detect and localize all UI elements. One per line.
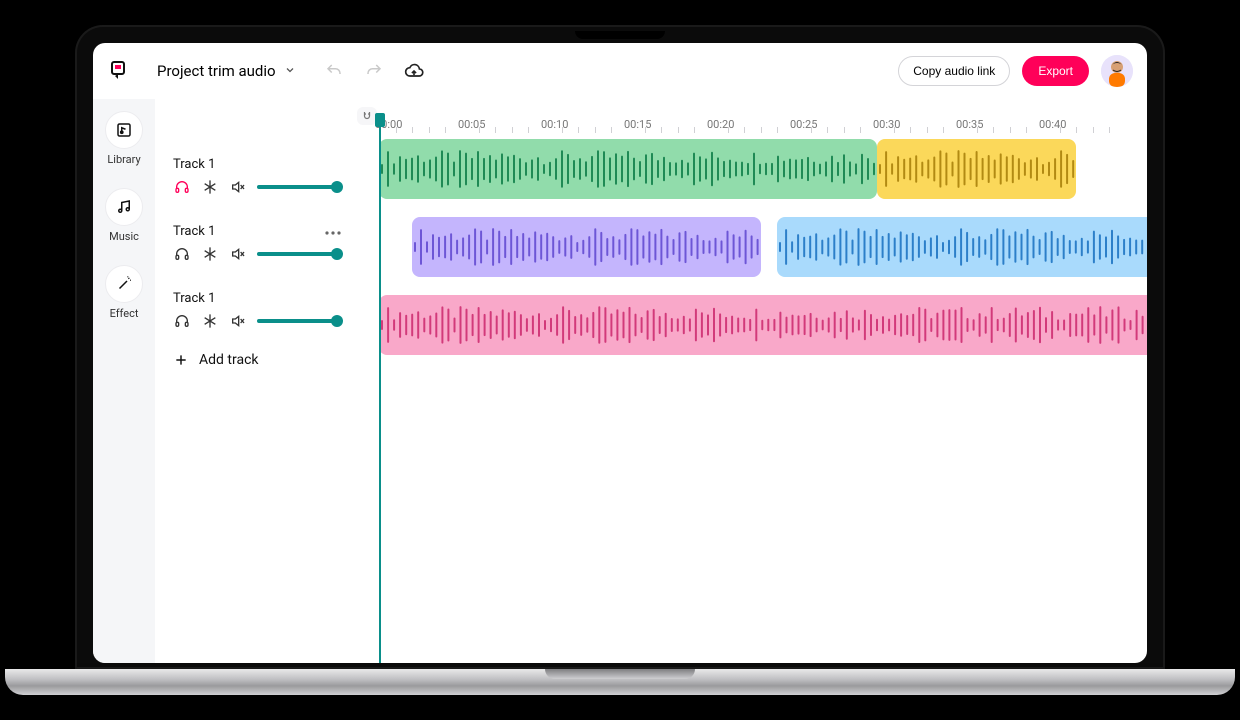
- redo-button[interactable]: [360, 57, 388, 85]
- nav-label: Effect: [110, 307, 139, 320]
- volume-slider-thumb[interactable]: [331, 315, 343, 327]
- time-label: 00:10: [541, 118, 568, 131]
- track-panel: Track 1 Track 1: [155, 99, 355, 663]
- track-row: Track 1: [155, 151, 355, 204]
- volume-slider[interactable]: [257, 319, 341, 323]
- nav-item-effect[interactable]: Effect: [93, 257, 155, 328]
- time-label: 00:30: [873, 118, 900, 131]
- audio-clip[interactable]: [412, 217, 761, 277]
- snowflake-icon[interactable]: [201, 245, 219, 263]
- track-menu-button[interactable]: [325, 224, 341, 239]
- project-dropdown[interactable]: Project trim audio: [157, 62, 296, 80]
- headphones-icon[interactable]: [173, 178, 191, 196]
- audio-clip[interactable]: [777, 217, 1147, 277]
- lane-2[interactable]: [355, 289, 1147, 361]
- audio-clip[interactable]: [379, 139, 877, 199]
- nav-label: Music: [109, 230, 139, 243]
- playhead-handle[interactable]: [375, 113, 385, 127]
- headphones-icon[interactable]: [173, 245, 191, 263]
- app-logo: [107, 57, 135, 85]
- headphones-icon[interactable]: [173, 312, 191, 330]
- track-name: Track 1: [173, 157, 215, 172]
- volume-slider[interactable]: [257, 185, 341, 189]
- laptop-frame: Project trim audio Cop: [75, 25, 1165, 695]
- audio-clip[interactable]: [379, 295, 1147, 355]
- laptop-notch: [575, 31, 665, 39]
- timeline-lanes: [355, 133, 1147, 663]
- plus-icon: [173, 352, 189, 368]
- playhead[interactable]: [379, 125, 381, 663]
- nav-label: Library: [107, 153, 140, 166]
- undo-button[interactable]: [320, 57, 348, 85]
- track-row: Track 1: [155, 285, 355, 338]
- track-row: Track 1: [155, 218, 355, 271]
- nav-item-music[interactable]: Music: [93, 180, 155, 251]
- volume-slider[interactable]: [257, 252, 341, 256]
- laptop-base: [5, 669, 1235, 695]
- chevron-down-icon: [284, 62, 296, 80]
- effect-icon: [105, 265, 143, 303]
- audio-clip[interactable]: [877, 139, 1076, 199]
- timeline[interactable]: 00:0000:0500:1000:1500:2000:2500:3000:35…: [355, 99, 1147, 663]
- time-label: 00:20: [707, 118, 734, 131]
- export-button[interactable]: Export: [1022, 56, 1089, 86]
- time-label: 00:35: [956, 118, 983, 131]
- time-label: 00:40: [1039, 118, 1066, 131]
- time-label: 00:05: [458, 118, 485, 131]
- track-name: Track 1: [173, 291, 215, 306]
- add-track-label: Add track: [199, 352, 259, 368]
- time-label: 00:25: [790, 118, 817, 131]
- mute-icon[interactable]: [229, 312, 247, 330]
- project-name: Project trim audio: [157, 62, 276, 80]
- timeline-ruler[interactable]: 00:0000:0500:1000:1500:2000:2500:3000:35…: [355, 99, 1147, 133]
- left-nav: Library Music Effect: [93, 99, 155, 663]
- volume-slider-thumb[interactable]: [331, 248, 343, 260]
- snowflake-icon[interactable]: [201, 312, 219, 330]
- lane-1[interactable]: [355, 211, 1147, 283]
- mute-icon[interactable]: [229, 245, 247, 263]
- laptop-bezel: Project trim audio Cop: [75, 25, 1165, 669]
- copy-audio-link-button[interactable]: Copy audio link: [898, 56, 1010, 86]
- library-icon: [105, 111, 143, 149]
- snowflake-icon[interactable]: [201, 178, 219, 196]
- track-name: Track 1: [173, 224, 215, 239]
- lane-0[interactable]: [355, 133, 1147, 205]
- toolbar: Project trim audio Cop: [93, 43, 1147, 99]
- mute-icon[interactable]: [229, 178, 247, 196]
- add-track-button[interactable]: Add track: [155, 338, 355, 382]
- app-window: Project trim audio Cop: [93, 43, 1147, 663]
- music-icon: [105, 188, 143, 226]
- cloud-upload-button[interactable]: [400, 57, 428, 85]
- user-avatar[interactable]: [1101, 55, 1133, 87]
- volume-slider-thumb[interactable]: [331, 181, 343, 193]
- time-label: 00:15: [624, 118, 651, 131]
- nav-item-library[interactable]: Library: [93, 103, 155, 174]
